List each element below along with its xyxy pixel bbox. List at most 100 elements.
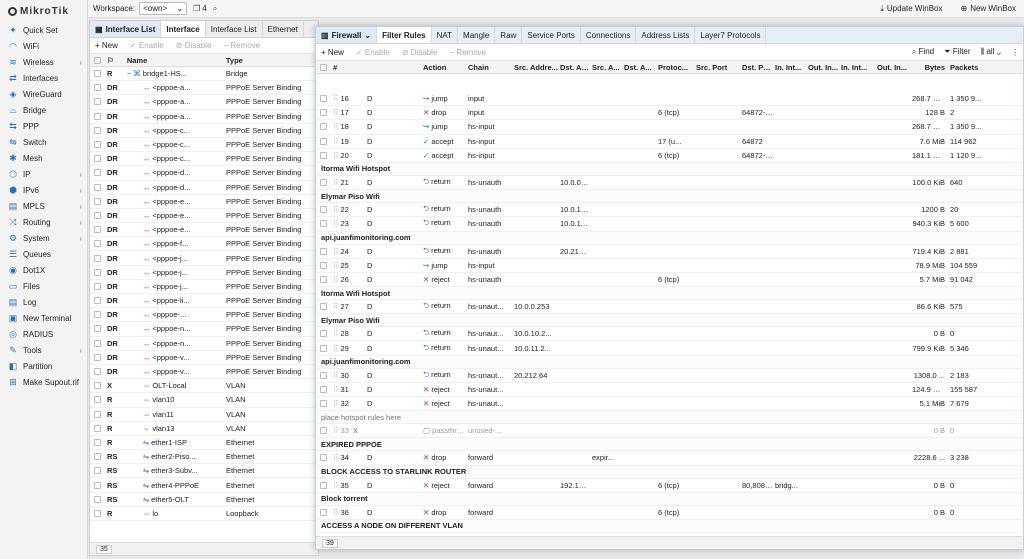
new-winbox-button[interactable]: ⊕ New WinBox	[961, 4, 1017, 14]
flags-header[interactable]: ⚐	[105, 56, 125, 65]
table-row[interactable]: DR ↔ <pppoe-n... PPPoE Server Binding	[90, 322, 318, 337]
sidebar-item-quick-set[interactable]: ✦ Quick Set	[0, 22, 87, 38]
table-row[interactable]: ⠿ 34 D ✕ drop forward expir... 2228.6 ... 3 238	[316, 451, 1023, 466]
row-checkbox[interactable]	[94, 211, 101, 219]
table-row[interactable]: ⠿35 D ✕ rejectforward 192.168.... 6 (tcp) 80,…	[316, 479, 1023, 493]
row-checkbox[interactable]	[94, 70, 101, 78]
row-checkbox[interactable]	[320, 481, 327, 489]
table-row[interactable]: DR ↔ <pppoe-c... PPPoE Server Binding	[90, 152, 318, 167]
drag-handle-icon[interactable]: ⠿	[333, 344, 339, 353]
drag-handle-icon[interactable]: ⠿	[333, 275, 339, 284]
copy-icon[interactable]: ❐	[193, 4, 200, 13]
row-checkbox[interactable]	[320, 385, 327, 393]
sidebar-item-make-supout-rif[interactable]: ⊞ Make Supout.rif	[0, 374, 87, 390]
table-row[interactable]: ⠿ 16 D ↪ jump input 268.7 M... 1 350 9...	[316, 92, 1023, 107]
table-row[interactable]: DR ↔ <pppoe-d... PPPoE Server Binding	[90, 166, 318, 181]
fw-header-6[interactable]: Src. Addre...	[512, 63, 558, 72]
fw-header-1[interactable]: #	[331, 63, 351, 72]
fw-header-8[interactable]: Src. A...	[590, 63, 622, 72]
table-row[interactable]: ⠿22D⮌ returnhs-unauth10.0.10.2...1200 B2…	[316, 203, 1023, 218]
more-icon[interactable]: ⋮	[1011, 48, 1019, 57]
row-checkbox[interactable]	[94, 254, 101, 262]
fw-header-5[interactable]: Chain	[466, 63, 512, 72]
fw-header-10[interactable]: Protoc...	[656, 63, 694, 72]
table-row[interactable]: R − ⌘ bridge1-HS... Bridge	[90, 67, 318, 82]
table-row[interactable]: DR ↔ <pppoe-n... PPPoE Server Binding	[90, 337, 318, 351]
sidebar-item-wireguard[interactable]: ◈ WireGuard	[0, 86, 87, 102]
drag-handle-icon[interactable]: ⠿	[333, 426, 339, 435]
fw-header-15[interactable]: In. Int...	[839, 63, 872, 72]
drag-handle-icon[interactable]: ⠿	[333, 302, 339, 311]
sidebar-item-switch[interactable]: ⇋ Switch	[0, 134, 87, 150]
disable-button[interactable]: ⊘ Disable	[176, 41, 212, 50]
row-checkbox[interactable]	[320, 137, 327, 145]
table-row[interactable]: DR ↔ <pppoe-f... PPPoE Server Binding	[90, 237, 318, 252]
tab-ethernet[interactable]: Ethernet	[263, 21, 304, 37]
table-row[interactable]: ⠿ 33 X ▢ passthro... unused-... 0 B0	[316, 424, 1023, 439]
tab-address-lists[interactable]: Address Lists	[636, 27, 696, 43]
fw-header-7[interactable]: Dst. Addre...	[558, 63, 590, 72]
row-checkbox[interactable]	[94, 226, 101, 234]
row-checkbox[interactable]	[94, 368, 101, 376]
table-row[interactable]: DR ↔ <pppoe-j... PPPoE Server Binding	[90, 280, 318, 294]
table-row[interactable]: RS ⇋ ether4-PPPoE Ethernet	[90, 478, 318, 493]
tab-interface-list[interactable]: ▦ Interface List	[90, 21, 162, 37]
table-row[interactable]: DR ↔ <pppoe-j... PPPoE Server Binding	[90, 251, 318, 266]
tab-interface-list[interactable]: Interface List	[206, 21, 263, 37]
table-row[interactable]: ⠿ 31 D ✕ reject hs-unaut... 124.9 M... 155 587	[316, 383, 1023, 397]
table-row[interactable]: ⠿ 26 D ✕ reject hs-unauth 6 (tcp) 5.7 MiB 91 04…	[316, 273, 1023, 288]
tab-layer7-protocols[interactable]: Layer7 Protocols	[695, 27, 767, 43]
row-checkbox[interactable]	[320, 109, 327, 117]
row-checkbox[interactable]	[320, 220, 327, 228]
table-row[interactable]: DR ↔ <pppoe-v... PPPoE Server Binding	[90, 351, 318, 365]
update-winbox-button[interactable]: ⤓ Update WinBox	[880, 4, 942, 14]
drag-handle-icon[interactable]: ⠿	[333, 205, 339, 214]
sidebar-item-ip[interactable]: ⬡ IP ›	[0, 166, 87, 182]
row-checkbox[interactable]	[94, 297, 101, 305]
drag-handle-icon[interactable]: ⠿	[333, 137, 339, 146]
fw-header-17[interactable]: Bytes	[910, 63, 948, 72]
table-row[interactable]: DR ↔ <pppoe-c... PPPoE Server Binding	[90, 138, 318, 153]
row-checkbox[interactable]	[94, 197, 101, 205]
columns-select[interactable]: ⫼ all ⌄	[981, 47, 1001, 57]
row-checkbox[interactable]	[94, 353, 101, 361]
sidebar-item-queues[interactable]: ☰ Queues	[0, 246, 87, 262]
tab-mangle[interactable]: Mangle	[458, 27, 496, 43]
row-checkbox[interactable]	[94, 382, 101, 390]
table-row[interactable]: R ⇔ lo Loopback	[90, 507, 318, 521]
sidebar-item-bridge[interactable]: ⌓ Bridge	[0, 102, 87, 118]
table-row[interactable]: DR ↔ <pppoe-li... PPPoE Server Binding	[90, 294, 318, 309]
row-checkbox[interactable]	[94, 141, 101, 149]
sidebar-item-mesh[interactable]: ✱ Mesh	[0, 150, 87, 166]
table-row[interactable]: DR ↔ <pppoe-e... PPPoE Server Binding	[90, 195, 318, 209]
row-checkbox[interactable]	[94, 282, 101, 290]
fw-select-all-checkbox[interactable]	[320, 63, 327, 71]
table-row[interactable]: ⠿ 28 D ⮌ return hs-unaut... 10.0.10.2... 0 B0	[316, 327, 1023, 342]
row-checkbox[interactable]	[94, 169, 101, 177]
row-checkbox[interactable]	[94, 438, 101, 446]
sidebar-item-mpls[interactable]: ▤ MPLS ›	[0, 198, 87, 214]
workspace-select[interactable]: <own> ⌄	[139, 2, 188, 15]
sidebar-item-files[interactable]: ▭ Files	[0, 278, 87, 294]
row-checkbox[interactable]	[320, 330, 327, 338]
row-checkbox[interactable]	[320, 95, 327, 103]
sidebar-item-wireless[interactable]: ≋ Wireless ›	[0, 54, 87, 70]
drag-handle-icon[interactable]: ⠿	[333, 122, 339, 131]
row-checkbox[interactable]	[94, 424, 101, 432]
row-checkbox[interactable]	[94, 410, 101, 418]
sidebar-item-log[interactable]: ▤ Log	[0, 294, 87, 310]
row-checkbox[interactable]	[320, 261, 327, 269]
fw-remove-button[interactable]: − Remove	[449, 48, 486, 57]
fw-enable-button[interactable]: ✓ Enable	[356, 48, 390, 57]
table-row[interactable]: RS ⇋ ether3-Subv... Ethernet	[90, 464, 318, 479]
row-checkbox[interactable]	[94, 183, 101, 191]
sidebar-item-ipv6[interactable]: ⬢ IPv6 ›	[0, 182, 87, 198]
row-checkbox[interactable]	[320, 303, 327, 311]
sidebar-item-wifi[interactable]: ◠ WiFi	[0, 38, 87, 54]
table-row[interactable]: ⠿ 27 D ⮌ return hs-unaut... 10.0.0.253 86.6 Ki…	[316, 300, 1023, 315]
table-row[interactable]: DR ↔ <pppoe-a... PPPoE Server Binding	[90, 81, 318, 96]
sidebar-item-radius[interactable]: ◎ RADIUS	[0, 326, 87, 342]
table-row[interactable]: R ⇋ ether1-ISP Ethernet	[90, 436, 318, 451]
fw-header-12[interactable]: Dst. Port	[740, 63, 773, 72]
fw-header-16[interactable]: Out. In...	[872, 63, 910, 72]
